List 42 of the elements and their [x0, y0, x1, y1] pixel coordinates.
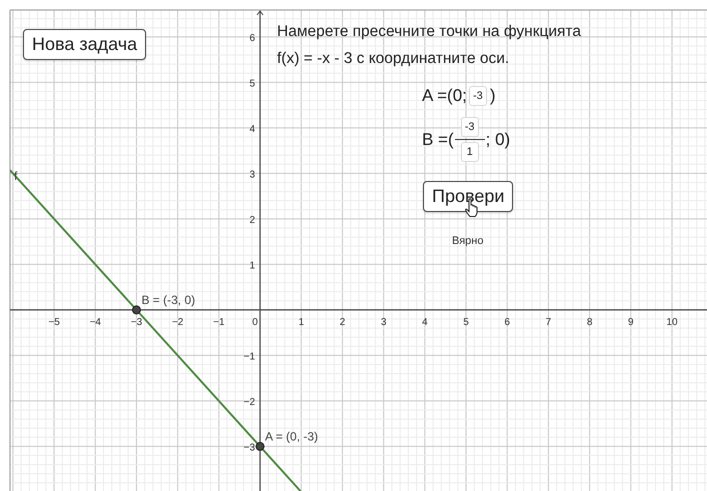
- answer-label: B =(: [422, 130, 454, 150]
- tick-label: 5: [463, 316, 469, 328]
- tick-label: 10: [666, 316, 678, 328]
- tick-label: 3: [249, 169, 256, 180]
- tick-label: 2: [249, 214, 256, 226]
- tick-label: −3: [244, 442, 256, 454]
- tick-label: 4: [249, 124, 256, 135]
- tick-label: −4: [90, 316, 101, 328]
- tick-label: 5: [249, 78, 256, 90]
- new-task-button[interactable]: Нова задача: [23, 29, 146, 60]
- tick-label: 2: [340, 316, 346, 328]
- instruction-text: Намерете пресечните точки на функцията: [277, 22, 581, 42]
- check-button[interactable]: Провери: [423, 181, 514, 212]
- point: [132, 305, 141, 314]
- answer-label: ): [490, 86, 496, 106]
- tick-label: 8: [586, 316, 592, 328]
- tick-label: −1: [244, 351, 256, 362]
- tick-label: 1: [298, 316, 304, 328]
- denominator-field[interactable]: 1: [460, 142, 479, 162]
- instruction-text: f(x) = -x - 3 с координатните оси.: [277, 49, 510, 69]
- tick-label: 3: [380, 316, 386, 328]
- numerator-field[interactable]: -3: [460, 117, 479, 137]
- tick-label: −5: [48, 316, 60, 328]
- tick-label: −2: [172, 316, 184, 328]
- point-label: A = (0, -3): [265, 429, 318, 444]
- point-label: B = (-3, 0): [141, 292, 196, 307]
- tick-label: 6: [249, 32, 256, 44]
- answer-label: ; 0): [486, 130, 510, 150]
- tick-label: 9: [628, 316, 634, 328]
- tick-label: 4: [422, 316, 428, 328]
- tick-label: 7: [546, 316, 552, 328]
- tick-label: 0: [252, 316, 258, 328]
- answer-field[interactable]: -3: [468, 86, 487, 106]
- answer-label: A =(0;: [422, 86, 467, 106]
- tick-label: 6: [504, 316, 510, 328]
- tick-label: −1: [213, 316, 225, 328]
- tick-label: 1: [249, 260, 256, 272]
- feedback-text: Вярно: [452, 235, 484, 247]
- function-label: f: [14, 169, 18, 184]
- tick-label: −2: [244, 396, 256, 408]
- point: [256, 442, 265, 451]
- tick-label: −3: [130, 316, 142, 328]
